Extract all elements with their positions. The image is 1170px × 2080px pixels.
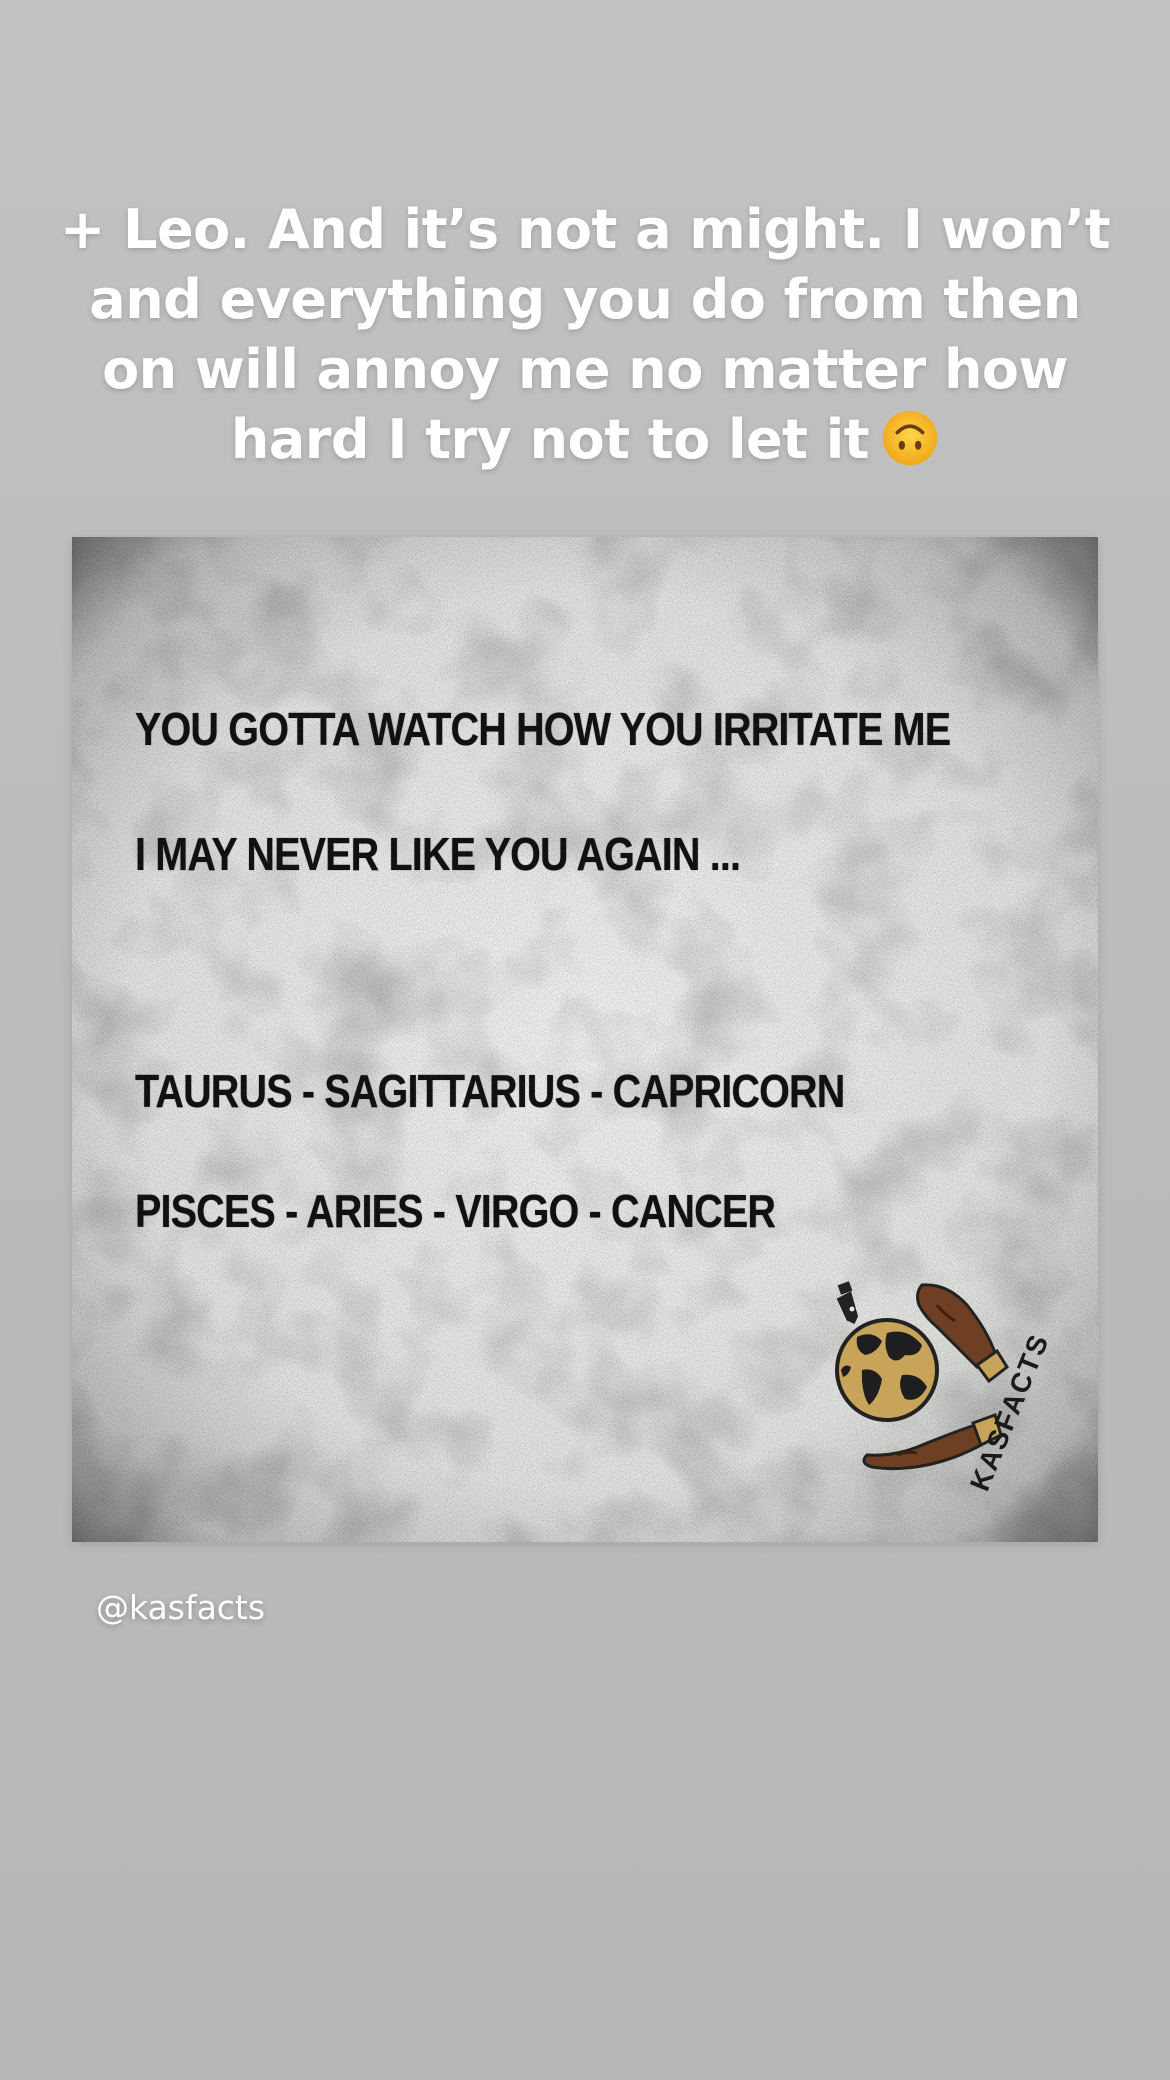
caption-line-1: + Leo. And it’s not a might. I won’t [60, 198, 1111, 261]
card-line-watch-irritate: YOU GOTTA WATCH HOW YOU IRRITATE ME [135, 703, 951, 755]
card-line-signs-2: PISCES - ARIES - VIRGO - CANCER [135, 1185, 776, 1237]
quote-card-image: YOU GOTTA WATCH HOW YOU IRRITATE ME I MA… [72, 537, 1098, 1542]
globe-icon [835, 1318, 939, 1422]
kasfacts-logo: KASFACTS [835, 1281, 1055, 1495]
mention-sticker[interactable]: @kasfacts [96, 1588, 265, 1627]
caption-line-3: on will annoy me no matter how [102, 338, 1068, 401]
caption-line-4-wrapper: hard I try not to let it [60, 405, 1110, 475]
story-caption: + Leo. And it’s not a might. I won’t and… [60, 195, 1111, 475]
upside-down-face-icon [882, 411, 938, 466]
card-line-never-like: I MAY NEVER LIKE YOU AGAIN ... [135, 828, 741, 880]
caption-line-2: and everything you do from then [89, 268, 1081, 331]
pen-nib-icon [836, 1281, 859, 1325]
caption-line-4: hard I try not to let it [230, 408, 870, 471]
card-line-signs-1: TAURUS - SAGITTARIUS - CAPRICORN [135, 1065, 845, 1117]
